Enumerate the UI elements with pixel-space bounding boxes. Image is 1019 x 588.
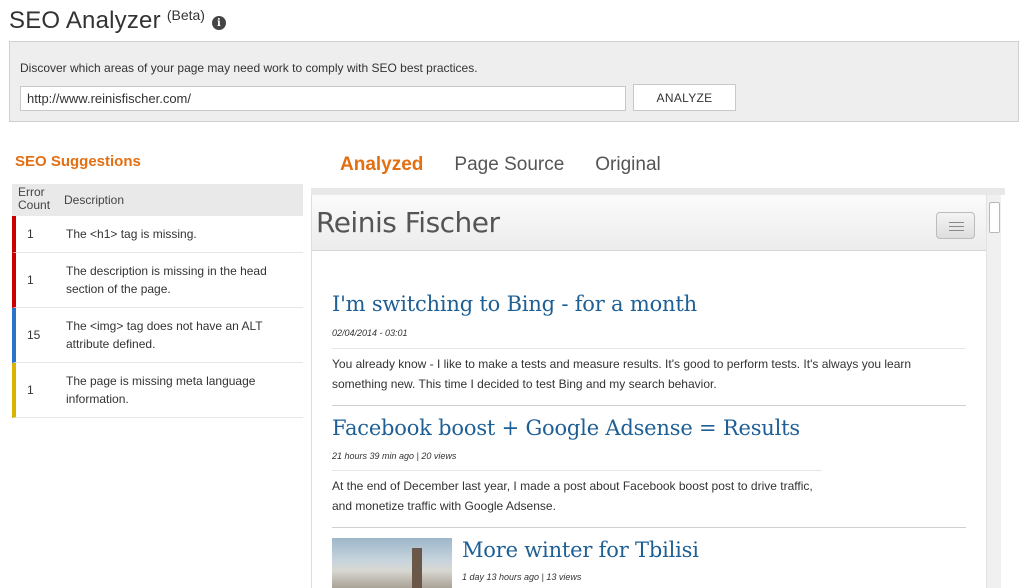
view-tabs: Analyzed Page Source Original [340, 154, 692, 180]
error-count-header: Error Count [18, 185, 51, 212]
suggestion-row[interactable]: 1 The <h1> tag is missing. [12, 216, 303, 253]
app-title: SEO Analyzer [9, 7, 161, 34]
hamburger-menu-icon[interactable] [936, 212, 975, 239]
post-separator [332, 405, 966, 406]
error-count: 15 [27, 328, 41, 342]
post-title[interactable]: More winter for Tbilisi [462, 538, 699, 562]
scrollbar-thumb[interactable] [989, 202, 1000, 233]
suggestions-table: Error Count Description 1 The <h1> tag i… [12, 184, 303, 418]
suggestions-title: SEO Suggestions [15, 153, 141, 170]
post-text: You already know - I like to make a test… [332, 357, 912, 391]
panel-description: Discover which areas of your page may ne… [20, 61, 478, 75]
tabs-divider [311, 188, 1005, 195]
tab-page-source[interactable]: Page Source [454, 154, 564, 180]
suggestion-description: The <img> tag does not have an ALT attri… [66, 319, 263, 351]
page-preview[interactable]: Reinis Fischer I'm switching to Bing - f… [311, 195, 1001, 588]
error-count: 1 [27, 227, 34, 241]
table-header: Error Count Description [12, 184, 303, 216]
post-separator [332, 527, 966, 528]
suggestion-description: The page is missing meta language inform… [66, 374, 256, 406]
post-thumbnail[interactable] [332, 538, 452, 588]
preview-scrollbar[interactable] [986, 195, 1001, 588]
post-meta: 02/04/2014 - 03:01 [332, 328, 408, 338]
description-header: Description [64, 193, 125, 207]
post-title[interactable]: Facebook boost + Google Adsense = Result… [332, 416, 800, 440]
error-count: 1 [27, 383, 34, 397]
post-meta: 1 day 13 hours ago | 13 views [462, 572, 582, 582]
suggestion-row[interactable]: 1 The description is missing in the head… [12, 253, 303, 308]
suggestion-description: The description is missing in the head s… [66, 264, 267, 296]
info-icon[interactable]: i [211, 16, 226, 30]
tab-analyzed[interactable]: Analyzed [340, 154, 423, 180]
url-input[interactable] [20, 86, 626, 111]
error-count: 1 [27, 273, 34, 287]
app-header: SEO Analyzer (Beta) i [9, 4, 226, 38]
suggestion-row[interactable]: 1 The page is missing meta language info… [12, 363, 303, 418]
analyze-panel: Discover which areas of your page may ne… [9, 41, 1019, 122]
beta-label: (Beta) [166, 7, 205, 23]
site-header: Reinis Fischer [312, 195, 986, 251]
post-divider [332, 470, 822, 471]
suggestion-row[interactable]: 15 The <img> tag does not have an ALT at… [12, 308, 303, 363]
post-meta: 21 hours 39 min ago | 20 views [332, 451, 457, 461]
post-text: At the end of December last year, I made… [332, 479, 813, 513]
site-name[interactable]: Reinis Fischer [316, 206, 500, 239]
tab-original[interactable]: Original [595, 154, 660, 180]
suggestion-description: The <h1> tag is missing. [66, 227, 197, 241]
post-title[interactable]: I'm switching to Bing - for a month [332, 292, 697, 316]
post-divider [332, 348, 966, 349]
analyze-button[interactable]: ANALYZE [633, 84, 736, 111]
